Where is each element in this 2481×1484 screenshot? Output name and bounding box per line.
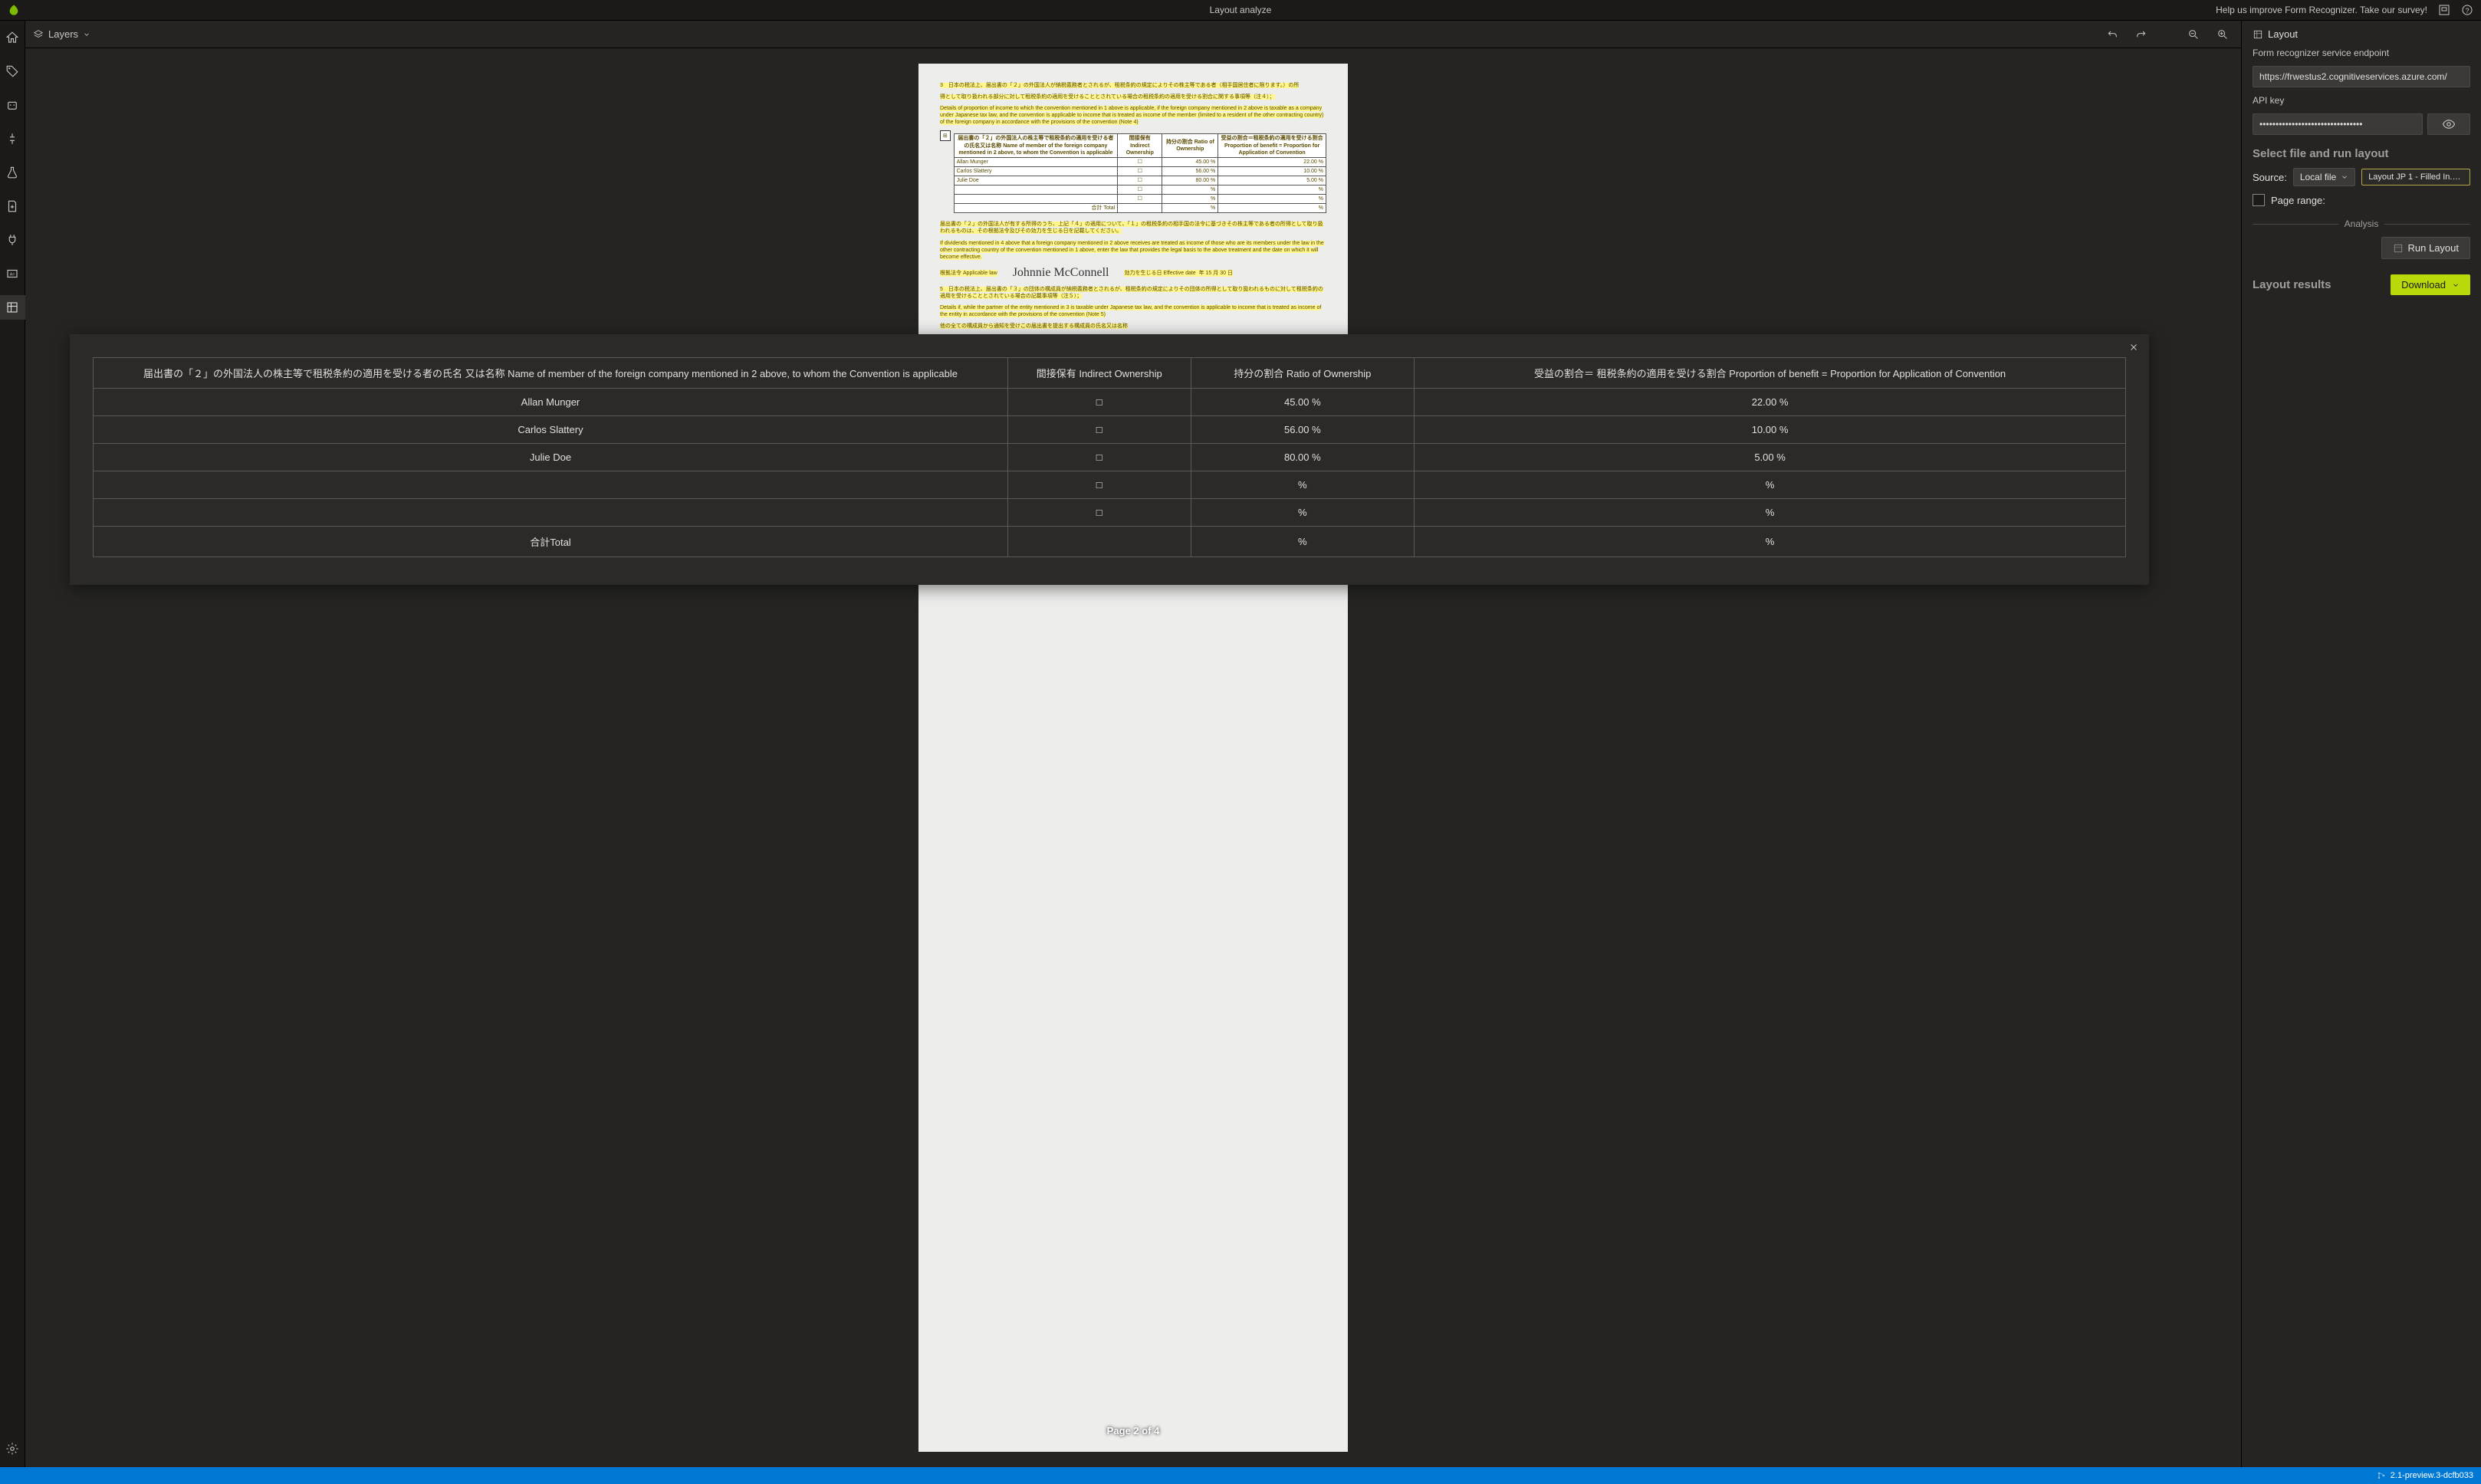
- table-cell: □: [1007, 444, 1191, 471]
- table-cell: 22.00 %: [1415, 389, 2126, 416]
- status-bar: 2.1-preview.3-dcfb033: [0, 1467, 2481, 1484]
- tag-icon[interactable]: [0, 59, 25, 84]
- apikey-label: API key: [2253, 95, 2470, 106]
- source-label: Source:: [2253, 172, 2287, 183]
- table-cell: %: [1191, 527, 1415, 557]
- endpoint-input[interactable]: [2253, 66, 2470, 87]
- table-cell: 45.00 %: [1191, 389, 1415, 416]
- feedback-icon[interactable]: [2438, 4, 2450, 16]
- signature-text: Johnnie McConnell: [1013, 265, 1109, 281]
- table-cell: %: [1415, 471, 2126, 499]
- chevron-down-icon: [83, 31, 90, 38]
- form-table: 届出書の「２」の外国法人の株主等で租税条約の適用を受ける者の氏名又は名称 Nam…: [954, 133, 1326, 213]
- page-indicator: Page 2 of 4: [1107, 1425, 1160, 1438]
- table-indicator-icon: ⊞: [940, 130, 951, 141]
- table-cell: %: [1415, 499, 2126, 527]
- canvas-toolbar: Layers: [25, 21, 2241, 48]
- chevron-down-icon: [2341, 173, 2348, 181]
- header-indirect: 間接保有 Indirect Ownership: [1007, 358, 1191, 389]
- table-row: □%%: [94, 471, 2126, 499]
- robot-icon[interactable]: [0, 93, 25, 117]
- table-cell: □: [1007, 471, 1191, 499]
- table-cell: [1007, 527, 1191, 557]
- header-name: 届出書の「２」の外国法人の株主等で租税条約の適用を受ける者の氏名 又は名称 Na…: [94, 358, 1008, 389]
- page-range-label: Page range:: [2271, 195, 2325, 206]
- table-cell: %: [1415, 527, 2126, 557]
- branch-icon: [2377, 1471, 2386, 1480]
- header-ratio: 持分の割合 Ratio of Ownership: [1191, 358, 1415, 389]
- new-document-icon[interactable]: [0, 194, 25, 218]
- table-cell: 5.00 %: [1415, 444, 2126, 471]
- survey-link[interactable]: Help us improve Form Recognizer. Take ou…: [2216, 5, 2427, 15]
- source-dropdown[interactable]: Local file: [2293, 168, 2355, 186]
- extracted-table: 届出書の「２」の外国法人の株主等で租税条約の適用を受ける者の氏名 又は名称 Na…: [93, 357, 2126, 557]
- home-icon[interactable]: [0, 25, 25, 50]
- endpoint-label: Form recognizer service endpoint: [2253, 48, 2470, 58]
- top-bar: Layout analyze Help us improve Form Reco…: [0, 0, 2481, 21]
- page-range-checkbox[interactable]: [2253, 194, 2265, 206]
- play-icon: [2393, 243, 2404, 254]
- connector-icon[interactable]: [0, 126, 25, 151]
- table-cell: □: [1007, 416, 1191, 444]
- ocr-icon[interactable]: A=: [0, 261, 25, 286]
- table-cell: Julie Doe: [94, 444, 1008, 471]
- document-page: 3 日本の税法上、届出書の「２」の外国法人が納税義務者とされるが、租税条約の規定…: [918, 64, 1348, 1452]
- table-cell: [94, 471, 1008, 499]
- table-cell: [94, 499, 1008, 527]
- apikey-input[interactable]: [2253, 113, 2423, 135]
- analysis-label: Analysis: [2345, 218, 2379, 229]
- version-text: 2.1-preview.3-dcfb033: [2391, 1471, 2473, 1480]
- flask-icon[interactable]: [0, 160, 25, 185]
- table-cell: 10.00 %: [1415, 416, 2126, 444]
- table-cell: 合計Total: [94, 527, 1008, 557]
- layers-label: Layers: [48, 28, 78, 40]
- layout-icon[interactable]: [0, 295, 25, 320]
- redo-button[interactable]: [2131, 24, 2152, 45]
- zoom-in-button[interactable]: [2212, 24, 2233, 45]
- table-row: Carlos Slattery□56.00 %10.00 %: [94, 416, 2126, 444]
- select-file-heading: Select file and run layout: [2253, 147, 2470, 160]
- table-row: Allan Munger□45.00 %22.00 %: [94, 389, 2126, 416]
- table-cell: %: [1191, 471, 1415, 499]
- show-password-button[interactable]: [2427, 113, 2470, 135]
- left-rail: A=: [0, 21, 25, 1467]
- svg-text:A=: A=: [10, 272, 15, 277]
- close-icon[interactable]: [2129, 342, 2138, 354]
- download-button[interactable]: Download: [2391, 274, 2470, 295]
- layout-section-title: Layout: [2253, 28, 2470, 40]
- table-row: Julie Doe□80.00 %5.00 %: [94, 444, 2126, 471]
- table-cell: □: [1007, 389, 1191, 416]
- file-input[interactable]: Layout JP 1 - Filled In.pdf: [2361, 169, 2470, 186]
- plug-icon[interactable]: [0, 228, 25, 252]
- zoom-out-button[interactable]: [2183, 24, 2204, 45]
- table-cell: %: [1191, 499, 1415, 527]
- gear-icon[interactable]: [0, 1436, 25, 1461]
- layers-dropdown[interactable]: Layers: [33, 28, 90, 40]
- app-logo-icon: [5, 1, 23, 19]
- header-benefit: 受益の割合＝ 租税条約の適用を受ける割合 Proportion of benef…: [1415, 358, 2126, 389]
- extracted-table-overlay: 届出書の「２」の外国法人の株主等で租税条約の適用を受ける者の氏名 又は名称 Na…: [70, 334, 2149, 585]
- undo-button[interactable]: [2101, 24, 2123, 45]
- svg-text:?: ?: [2465, 7, 2469, 15]
- document-canvas[interactable]: 3 日本の税法上、届出書の「２」の外国法人が納税義務者とされるが、租税条約の規定…: [25, 48, 2241, 1467]
- chevron-down-icon: [2452, 281, 2460, 289]
- table-cell: 80.00 %: [1191, 444, 1415, 471]
- table-row: 合計Total%%: [94, 527, 2126, 557]
- results-heading: Layout results: [2253, 278, 2331, 291]
- help-icon[interactable]: ?: [2461, 4, 2473, 16]
- run-layout-button[interactable]: Run Layout: [2381, 237, 2471, 259]
- table-cell: Carlos Slattery: [94, 416, 1008, 444]
- table-header-row: 届出書の「２」の外国法人の株主等で租税条約の適用を受ける者の氏名 又は名称 Na…: [94, 358, 2126, 389]
- table-cell: Allan Munger: [94, 389, 1008, 416]
- table-row: □%%: [94, 499, 2126, 527]
- page-title: Layout analyze: [1210, 5, 1272, 15]
- right-panel: Layout Form recognizer service endpoint …: [2241, 21, 2481, 1467]
- table-cell: □: [1007, 499, 1191, 527]
- table-cell: 56.00 %: [1191, 416, 1415, 444]
